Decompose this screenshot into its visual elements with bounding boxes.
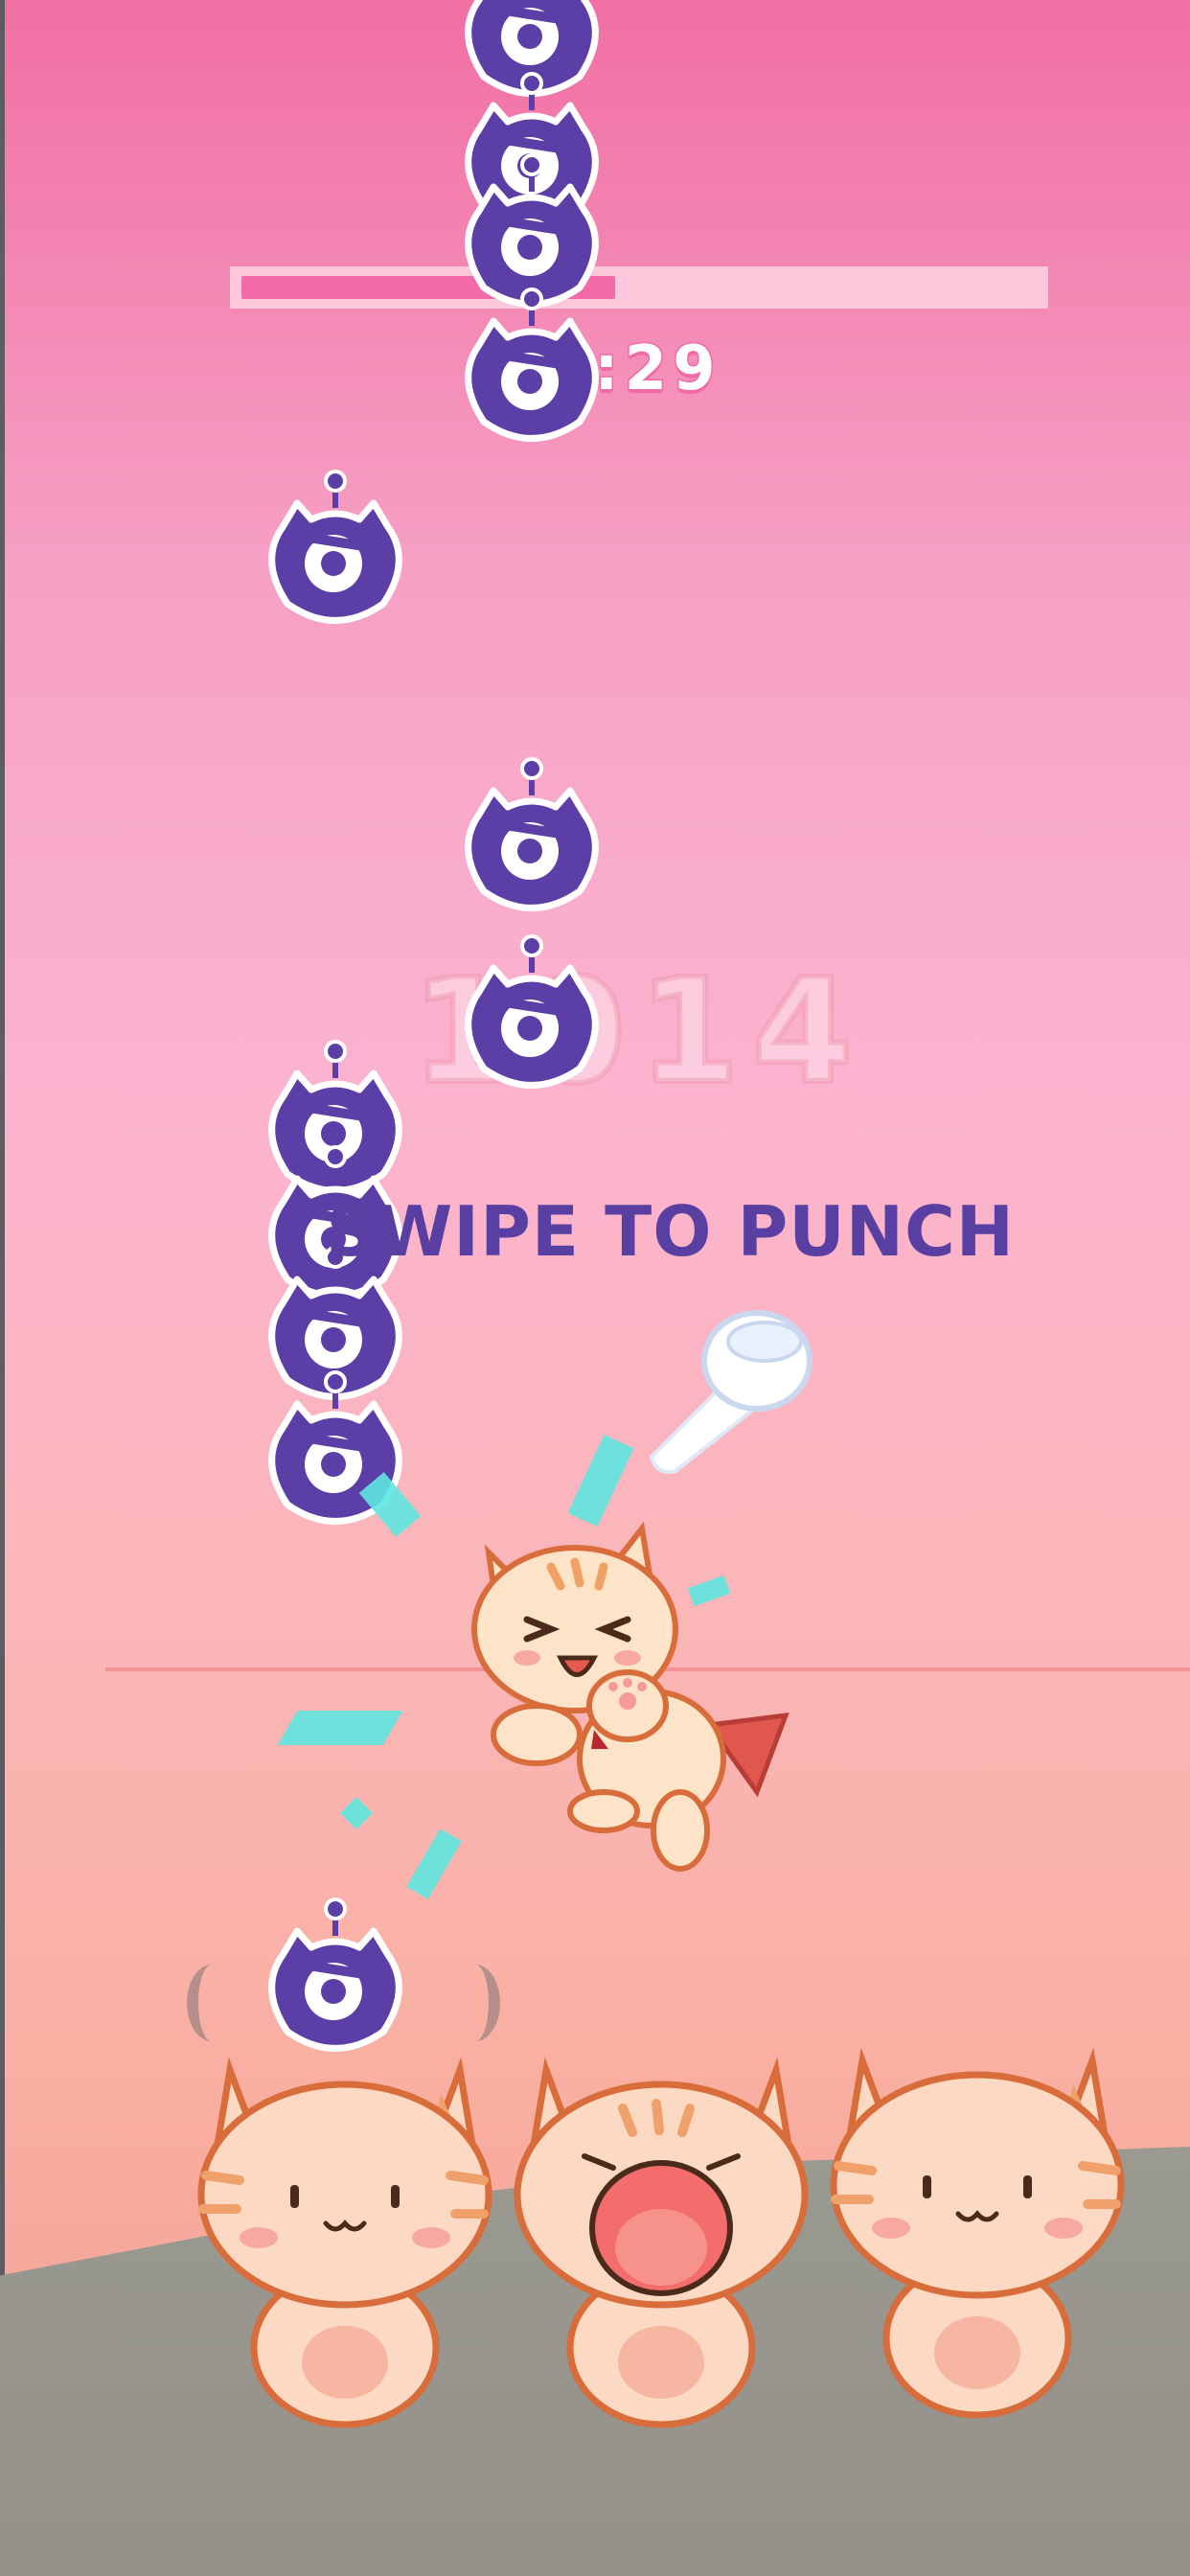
alien-enemy[interactable]	[455, 757, 608, 920]
instruction-text: SWIPE TO PUNCH	[326, 1191, 1016, 1272]
alert-mark	[187, 1965, 237, 2041]
cat-spectator-cheering	[498, 2032, 824, 2434]
impact-shard	[567, 1435, 634, 1527]
timer-text: :29	[593, 333, 721, 406]
level-progress-bar	[230, 266, 1048, 309]
impact-shard	[406, 1828, 462, 1899]
alert-mark	[450, 1965, 500, 2041]
impact-shard	[340, 1797, 373, 1829]
punching-cat-hero[interactable]	[460, 1514, 805, 1878]
pointing-hand-icon	[632, 1294, 824, 1476]
cat-spectator	[814, 2022, 1140, 2425]
alien-enemy[interactable]	[455, 288, 608, 450]
alien-enemy[interactable]	[455, 934, 608, 1097]
alien-enemy[interactable]	[259, 470, 412, 632]
impact-shard	[277, 1711, 403, 1745]
game-stage[interactable]: :29 1014 SWIPE TO PUNCH	[0, 0, 1190, 2576]
cat-spectator	[182, 2032, 508, 2434]
